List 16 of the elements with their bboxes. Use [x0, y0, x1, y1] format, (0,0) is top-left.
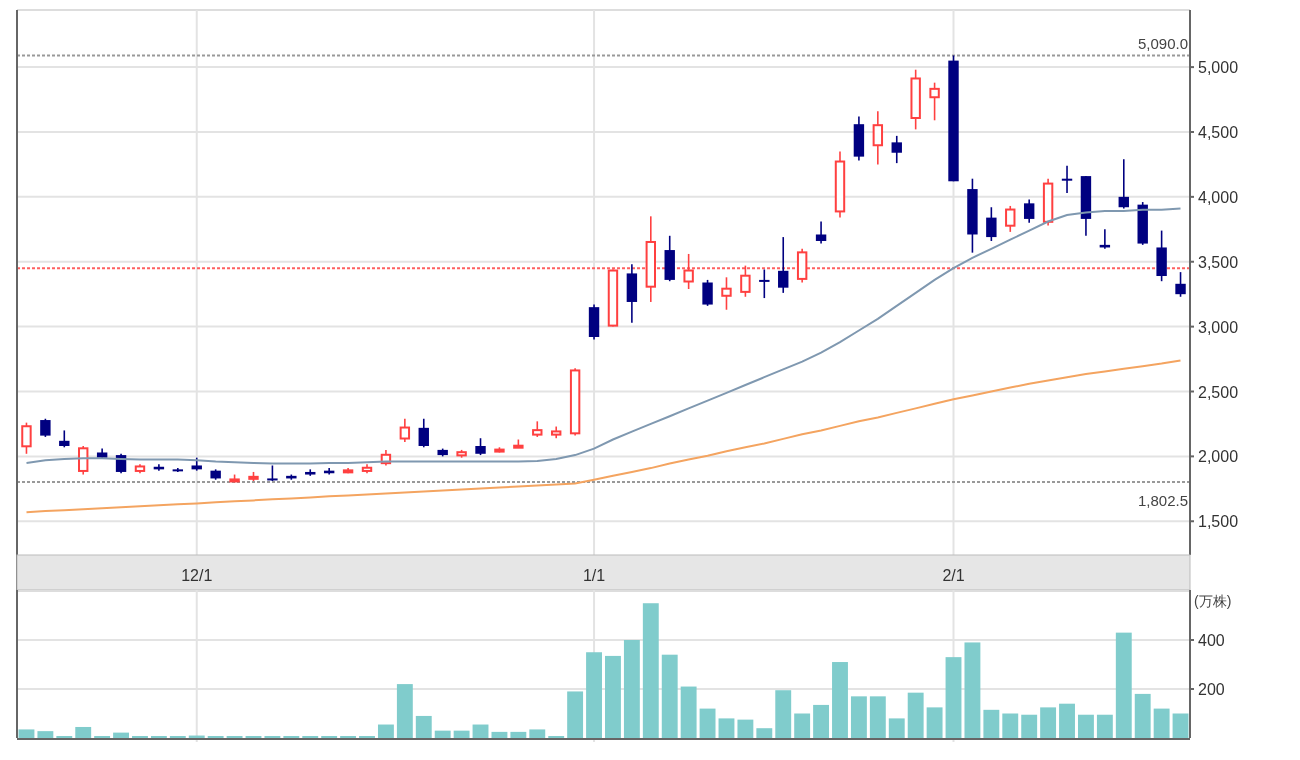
- axis-tick-label: 200: [1198, 681, 1225, 698]
- axis-tick-label: 3,500: [1198, 253, 1239, 271]
- axis-tick-label: 2,500: [1198, 383, 1239, 401]
- axis-tick-label: 5,000: [1198, 59, 1239, 77]
- axis-tick-label: 4,500: [1198, 124, 1239, 141]
- reference-label: 1,802.5: [1137, 492, 1188, 509]
- axis-tick-label: 2,000: [1198, 448, 1239, 466]
- axis-tick-label: 1/1: [582, 567, 606, 584]
- unit-label: (万株): [1194, 593, 1232, 609]
- axis-tick-label: 4,000: [1198, 188, 1239, 206]
- axis-tick-label: 400: [1198, 632, 1225, 649]
- axis-tick-label: 2/1: [942, 567, 965, 584]
- reference-label: 5,090.0: [1137, 35, 1188, 53]
- axis-tick-label: 1,500: [1198, 513, 1239, 531]
- axis-tick-label: 12/1: [181, 567, 213, 584]
- axis-tick-label: 3,000: [1198, 318, 1239, 336]
